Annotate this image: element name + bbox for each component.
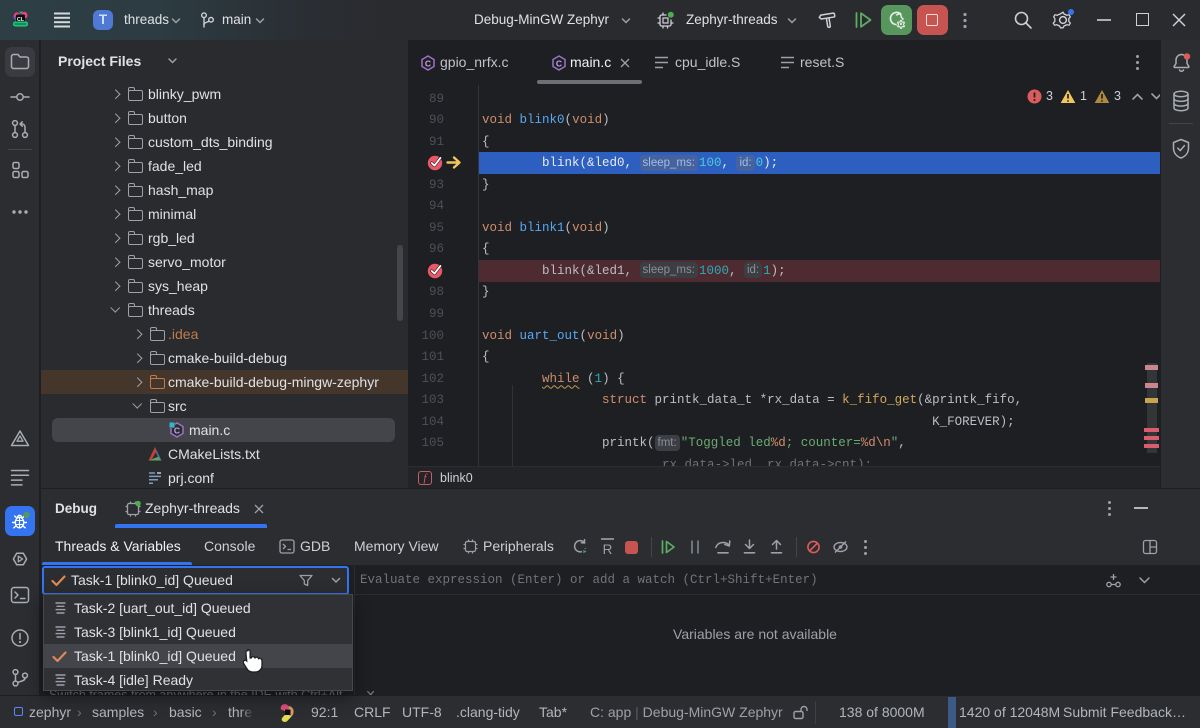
svg-text:C: C (425, 58, 431, 68)
svg-text:R: R (603, 542, 613, 556)
svg-text:C: C (556, 58, 562, 68)
